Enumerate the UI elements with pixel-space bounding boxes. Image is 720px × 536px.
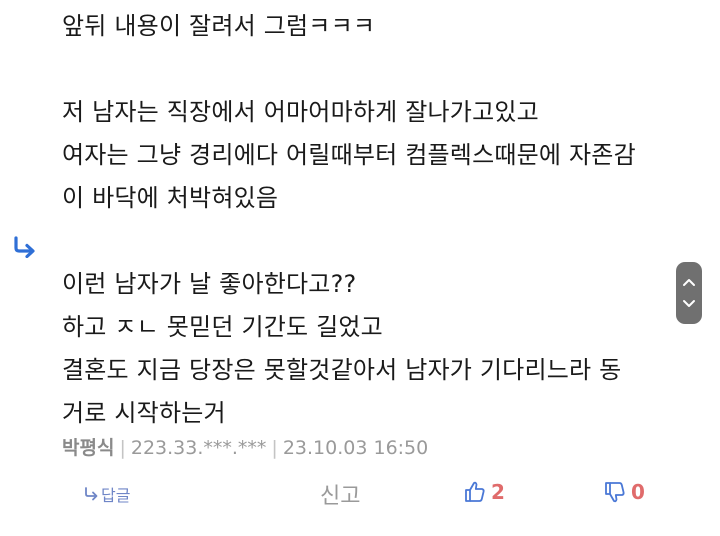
- thumbs-up-icon: [465, 481, 485, 502]
- comment-line: 하고 ㅈㄴ 못믿던 기간도 길었고: [62, 313, 383, 341]
- chevron-down-icon[interactable]: [682, 298, 696, 310]
- thumbs-down-icon: [605, 482, 625, 503]
- comment-actions: 답글 신고 2 0: [0, 478, 720, 512]
- reply-arrow-icon: [85, 487, 98, 501]
- like-count: 2: [491, 480, 505, 504]
- comment-line-blank: [62, 48, 702, 91]
- scroll-control[interactable]: [676, 262, 702, 324]
- author-name: 박평식: [62, 437, 115, 459]
- comment-line: 이런 남자가 날 좋아한다고??: [62, 270, 357, 298]
- comment-body: 앞뒤 내용이 잘려서 그럼ㅋㅋㅋ 저 남자는 직장에서 어마어마하게 잘나가고있…: [62, 5, 702, 435]
- like-button[interactable]: 2: [463, 480, 505, 504]
- dislike-count: 0: [631, 480, 645, 504]
- meta-divider: |: [271, 437, 278, 459]
- report-button[interactable]: 신고: [320, 478, 360, 510]
- comment-line: 앞뒤 내용이 잘려서 그럼ㅋㅋㅋ: [62, 12, 376, 40]
- comment-line: 결혼도 지금 당장은 못할것같아서 남자가 기다리느라 동: [62, 356, 622, 384]
- comment-line: 저 남자는 직장에서 어마어마하게 잘나가고있고: [62, 98, 539, 126]
- dislike-button[interactable]: 0: [603, 480, 645, 504]
- reply-label: 답글: [101, 486, 131, 505]
- comment-line: 거로 시작하는거: [62, 399, 226, 427]
- comment-meta: 박평식 | 223.33.***.*** | 23.10.03 16:50: [62, 434, 428, 462]
- reply-button[interactable]: 답글: [84, 482, 130, 506]
- comment-line: 여자는 그냥 경리에다 어릴때부터 컴플렉스때문에 자존감: [62, 141, 636, 169]
- chevron-up-icon[interactable]: [682, 276, 696, 288]
- meta-divider: |: [119, 437, 126, 459]
- comment-line-blank: [62, 220, 702, 263]
- author-ip: 223.33.***.***: [130, 437, 267, 459]
- reply-indicator-icon: [12, 236, 38, 259]
- comment-line: 이 바닥에 처박혀있음: [62, 184, 279, 212]
- comment-datetime: 23.10.03 16:50: [282, 437, 429, 459]
